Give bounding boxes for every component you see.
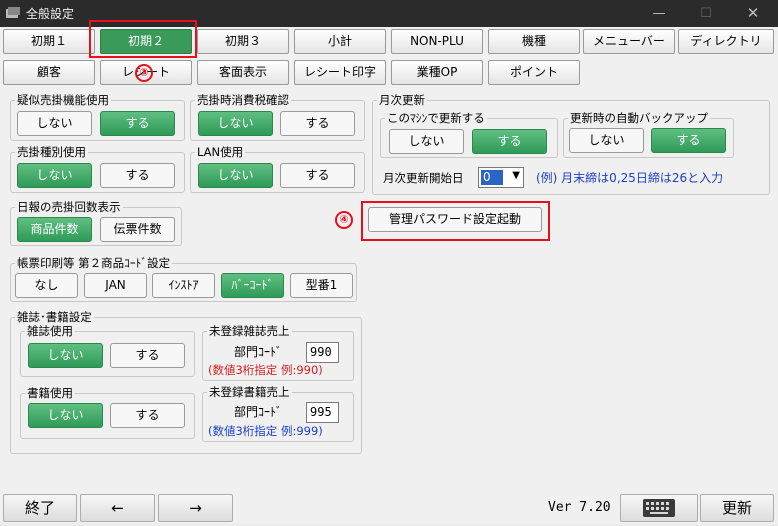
tab-initial-3[interactable]: 初期３ <box>197 29 289 54</box>
book-dept-note: (数値3桁指定 例:999) <box>208 424 323 438</box>
group-label: 未登録雑誌売上 <box>207 324 292 338</box>
tab-initial-1[interactable]: 初期１ <box>3 29 95 54</box>
book-dept-input[interactable]: 995 <box>306 402 339 423</box>
slip-instore-button[interactable]: ｲﾝｽﾄｱ <box>152 273 215 298</box>
slip-barcode-button[interactable]: ﾊﾞｰｺｰﾄﾞ <box>221 273 284 298</box>
auto-backup-on-button[interactable]: する <box>651 128 726 153</box>
lan-off-button[interactable]: しない <box>198 163 273 188</box>
group-label: LAN使用 <box>195 145 246 159</box>
version-label: Ver 7.20 <box>548 500 611 515</box>
group-label: 雑誌使用 <box>25 324 75 338</box>
group-label: 月次更新 <box>377 93 427 107</box>
magazine-dept-input[interactable]: 990 <box>306 342 339 363</box>
group-label: 売掛種別使用 <box>15 145 88 159</box>
credit-tax-on-button[interactable]: する <box>280 111 355 136</box>
callout-3-badge: ③ <box>135 64 153 82</box>
this-machine-off-button[interactable]: しない <box>389 129 464 154</box>
credit-type-on-button[interactable]: する <box>100 163 175 188</box>
app-icon <box>6 7 20 18</box>
tab-menubar[interactable]: メニューバー <box>583 29 675 54</box>
group-label: 更新時の自動バックアップ <box>568 111 710 125</box>
callout-4-badge: ④ <box>335 211 353 229</box>
credit-type-off-button[interactable]: しない <box>17 163 92 188</box>
group-label: 書籍使用 <box>25 386 75 400</box>
minimize-button[interactable]: — <box>636 0 682 27</box>
group-label: 未登録書籍売上 <box>207 385 292 399</box>
magazine-dept-label: 部門ｺｰﾄﾞ <box>234 345 283 359</box>
this-machine-on-button[interactable]: する <box>472 129 547 154</box>
keyboard-button[interactable] <box>620 494 698 522</box>
exit-button[interactable]: 終了 <box>3 494 77 522</box>
bottom-bar: 終了 ← → Ver 7.20 更新 <box>0 490 778 524</box>
slip-model-no-button[interactable]: 型番1 <box>290 273 353 298</box>
book-on-button[interactable]: する <box>110 403 185 428</box>
keyboard-icon <box>643 499 675 517</box>
start-day-value: 0 <box>481 170 503 185</box>
group-label: このﾏｼﾝで更新する <box>385 111 487 125</box>
tab-directory[interactable]: ディレクトリ <box>678 29 774 54</box>
magazine-off-button[interactable]: しない <box>28 343 103 368</box>
update-button[interactable]: 更新 <box>700 494 774 522</box>
tab-non-plu[interactable]: NON-PLU <box>391 29 483 54</box>
daily-slips-button[interactable]: 伝票件数 <box>100 217 175 242</box>
chevron-down-icon: ▼ <box>512 170 520 181</box>
tab-industry-op[interactable]: 業種OP <box>391 60 483 85</box>
slip-jan-button[interactable]: JAN <box>84 273 147 298</box>
tab-point[interactable]: ポイント <box>488 60 580 85</box>
magazine-dept-note: (数値3桁指定 例:990) <box>208 363 323 377</box>
tab-customer[interactable]: 顧客 <box>3 60 95 85</box>
group-label: 帳票印刷等 第２商品ｺｰﾄﾞ設定 <box>15 256 173 270</box>
start-day-label: 月次更新開始日 <box>383 171 464 185</box>
lan-on-button[interactable]: する <box>280 163 355 188</box>
group-label: 日報の売掛回数表示 <box>15 200 123 214</box>
tab-customer-display[interactable]: 客面表示 <box>197 60 289 85</box>
next-button[interactable]: → <box>158 494 233 522</box>
pseudo-credit-off-button[interactable]: しない <box>17 111 92 136</box>
book-off-button[interactable]: しない <box>28 403 103 428</box>
tab-model[interactable]: 機種 <box>488 29 580 54</box>
close-button[interactable]: ✕ <box>730 0 776 27</box>
title-bar: 全般設定 — ☐ ✕ <box>0 0 778 27</box>
tab-initial-2[interactable]: 初期２ <box>100 29 192 54</box>
client-area: 初期１ 初期２ 初期３ 小計 NON-PLU 機種 メニューバー ディレクトリ … <box>0 20 778 524</box>
auto-backup-off-button[interactable]: しない <box>569 128 644 153</box>
group-label: 雑誌･書籍設定 <box>15 310 94 324</box>
maximize-button[interactable]: ☐ <box>683 0 729 27</box>
start-day-select[interactable]: 0 ▼ <box>478 167 524 188</box>
credit-tax-off-button[interactable]: しない <box>198 111 273 136</box>
slip-none-button[interactable]: なし <box>15 273 78 298</box>
pseudo-credit-on-button[interactable]: する <box>100 111 175 136</box>
start-day-hint: (例) 月末締は0,25日締は26と入力 <box>536 171 724 185</box>
admin-password-button[interactable]: 管理パスワード設定起動 <box>368 207 542 232</box>
prev-button[interactable]: ← <box>80 494 155 522</box>
tab-receipt-print[interactable]: レシート印字 <box>294 60 386 85</box>
magazine-on-button[interactable]: する <box>110 343 185 368</box>
group-label: 売掛時消費税確認 <box>195 93 291 107</box>
book-dept-label: 部門ｺｰﾄﾞ <box>234 405 283 419</box>
tab-subtotal[interactable]: 小計 <box>294 29 386 54</box>
daily-items-button[interactable]: 商品件数 <box>17 217 92 242</box>
window-title: 全般設定 <box>26 7 75 21</box>
group-label: 疑似売掛機能使用 <box>15 93 111 107</box>
